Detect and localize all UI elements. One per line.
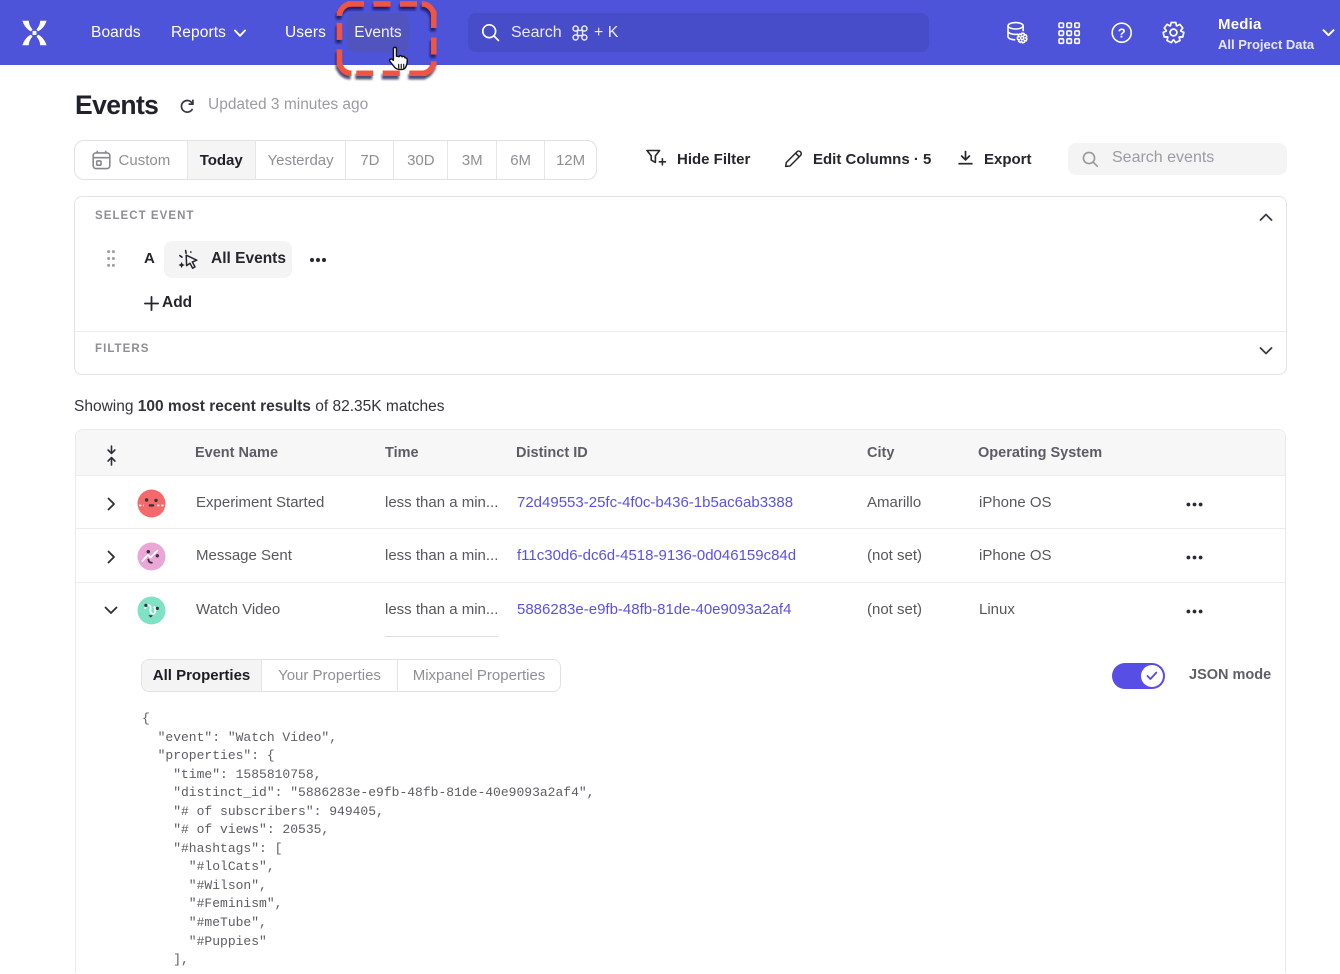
svg-text:?: ? [1118, 25, 1126, 40]
